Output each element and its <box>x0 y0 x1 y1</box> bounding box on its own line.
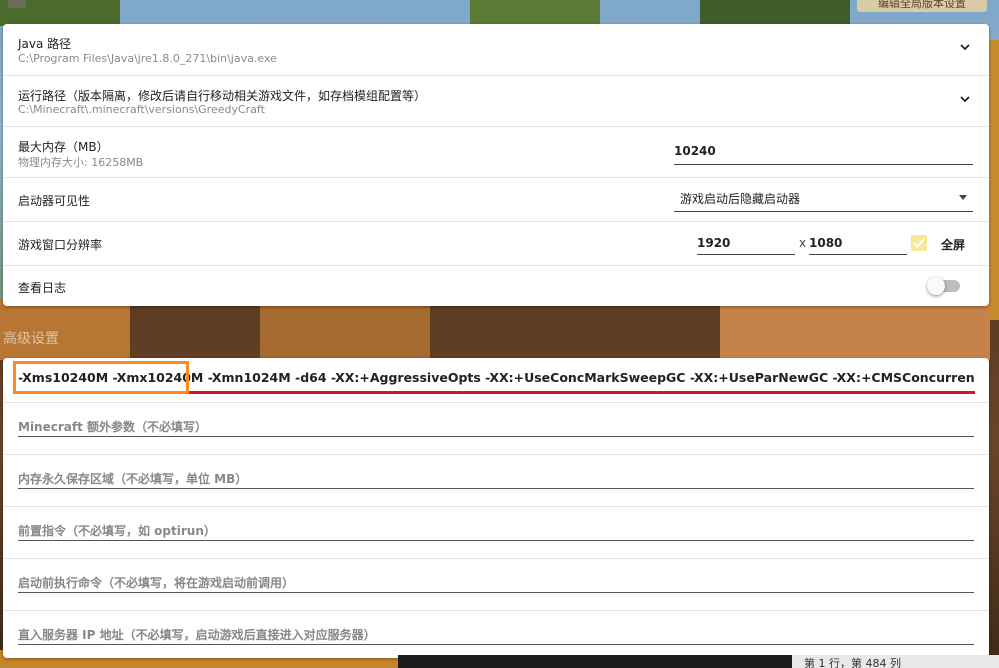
jvm-args-row: -Xms10240M -Xmx10240M -Xmn1024M -d64 -XX… <box>3 358 989 403</box>
chevron-down-icon[interactable] <box>960 44 970 53</box>
prefix-underline <box>18 540 974 541</box>
java-path-label: Java 路径 <box>18 37 72 51</box>
dropdown-arrow-icon <box>959 195 967 200</box>
launcher-visibility-value: 游戏启动后隐藏启动器 <box>680 192 801 206</box>
leaf-block <box>988 40 999 320</box>
resolution-label: 游戏窗口分辨率 <box>18 238 103 252</box>
view-log-toggle[interactable] <box>927 277 960 295</box>
physical-memory-info: 物理内存大小: 16258MB <box>18 156 144 169</box>
server-ip-input[interactable]: 直入服务器 IP 地址（不必填写，启动游戏后直接进入对应服务器） <box>18 626 376 643</box>
run-path-value: C:\Minecraft\.minecraft\versions\GreedyC… <box>18 103 265 116</box>
permgen-row: 内存永久保存区域（不必填写，单位 MB） <box>3 454 989 507</box>
run-path-label: 运行路径（版本隔离，修改后请自行移动相关游戏文件，如存档模组配置等） <box>18 89 427 103</box>
basic-settings-card: Java 路径 C:\Program Files\Java\jre1.8.0_2… <box>3 24 989 306</box>
server-row: 直入服务器 IP 地址（不必填写，启动游戏后直接进入对应服务器） <box>3 610 989 658</box>
launcher-visibility-label: 启动器可见性 <box>18 194 91 208</box>
java-path-row[interactable]: Java 路径 C:\Program Files\Java\jre1.8.0_2… <box>3 24 989 76</box>
menu-icon[interactable] <box>8 0 26 8</box>
view-log-label: 查看日志 <box>18 281 67 295</box>
advanced-settings-title: 高级设置 <box>3 331 59 347</box>
leaf-block <box>470 0 600 26</box>
global-version-settings-button[interactable]: 编辑全局版本设置 <box>857 0 987 12</box>
max-memory-input[interactable]: 10240 <box>674 144 973 165</box>
minecraft-args-input[interactable]: Minecraft 额外参数（不必填写） <box>18 418 207 435</box>
precmd-underline <box>18 592 974 593</box>
server-ip-underline <box>18 644 974 645</box>
pre-launch-command-input[interactable]: 启动前执行命令（不必填写，将在游戏启动前调用） <box>18 574 294 591</box>
chevron-down-icon[interactable] <box>960 96 970 105</box>
resolution-row: 游戏窗口分辨率 1920 x 1080 全屏 <box>3 221 989 266</box>
minecraft-args-row: Minecraft 额外参数（不必填写） <box>3 402 989 455</box>
leaf-block <box>260 300 430 360</box>
fullscreen-checkbox[interactable] <box>911 235 927 251</box>
resolution-width-input[interactable]: 1920 <box>697 232 795 255</box>
fullscreen-label: 全屏 <box>941 238 966 252</box>
minecraft-args-underline <box>18 436 974 437</box>
permgen-underline <box>18 488 974 489</box>
permgen-input[interactable]: 内存永久保存区域（不必填写，单位 MB） <box>18 470 247 487</box>
leaf-block <box>720 300 990 360</box>
run-path-row[interactable]: 运行路径（版本隔离，修改后请自行移动相关游戏文件，如存档模组配置等） C:\Mi… <box>3 75 989 127</box>
launcher-visibility-row: 启动器可见性 游戏启动后隐藏启动器 <box>3 177 989 222</box>
gc-args-underline <box>189 391 975 394</box>
toggle-knob <box>927 277 945 295</box>
launcher-visibility-select[interactable]: 游戏启动后隐藏启动器 <box>674 187 973 212</box>
max-memory-row: 最大内存（MB） 物理内存大小: 16258MB 10240 <box>3 126 989 178</box>
prefix-row: 前置指令（不必填写，如 optirun） <box>3 506 989 559</box>
leaf-block <box>700 0 850 26</box>
status-bar: 第 1 行，第 484 列 <box>792 655 999 668</box>
precmd-row: 启动前执行命令（不必填写，将在游戏启动前调用） <box>3 558 989 611</box>
resolution-height-input[interactable]: 1080 <box>809 232 907 255</box>
resolution-separator: x <box>799 236 807 250</box>
java-path-value: C:\Program Files\Java\jre1.8.0_271\bin\j… <box>18 52 277 65</box>
memory-args-highlight <box>13 361 189 394</box>
taskbar-strip <box>398 655 792 668</box>
view-log-row: 查看日志 <box>3 265 989 306</box>
advanced-settings-card: -Xms10240M -Xmx10240M -Xmn1024M -d64 -XX… <box>3 358 989 658</box>
max-memory-label: 最大内存（MB） <box>18 140 109 154</box>
prefix-command-input[interactable]: 前置指令（不必填写，如 optirun） <box>18 522 216 539</box>
